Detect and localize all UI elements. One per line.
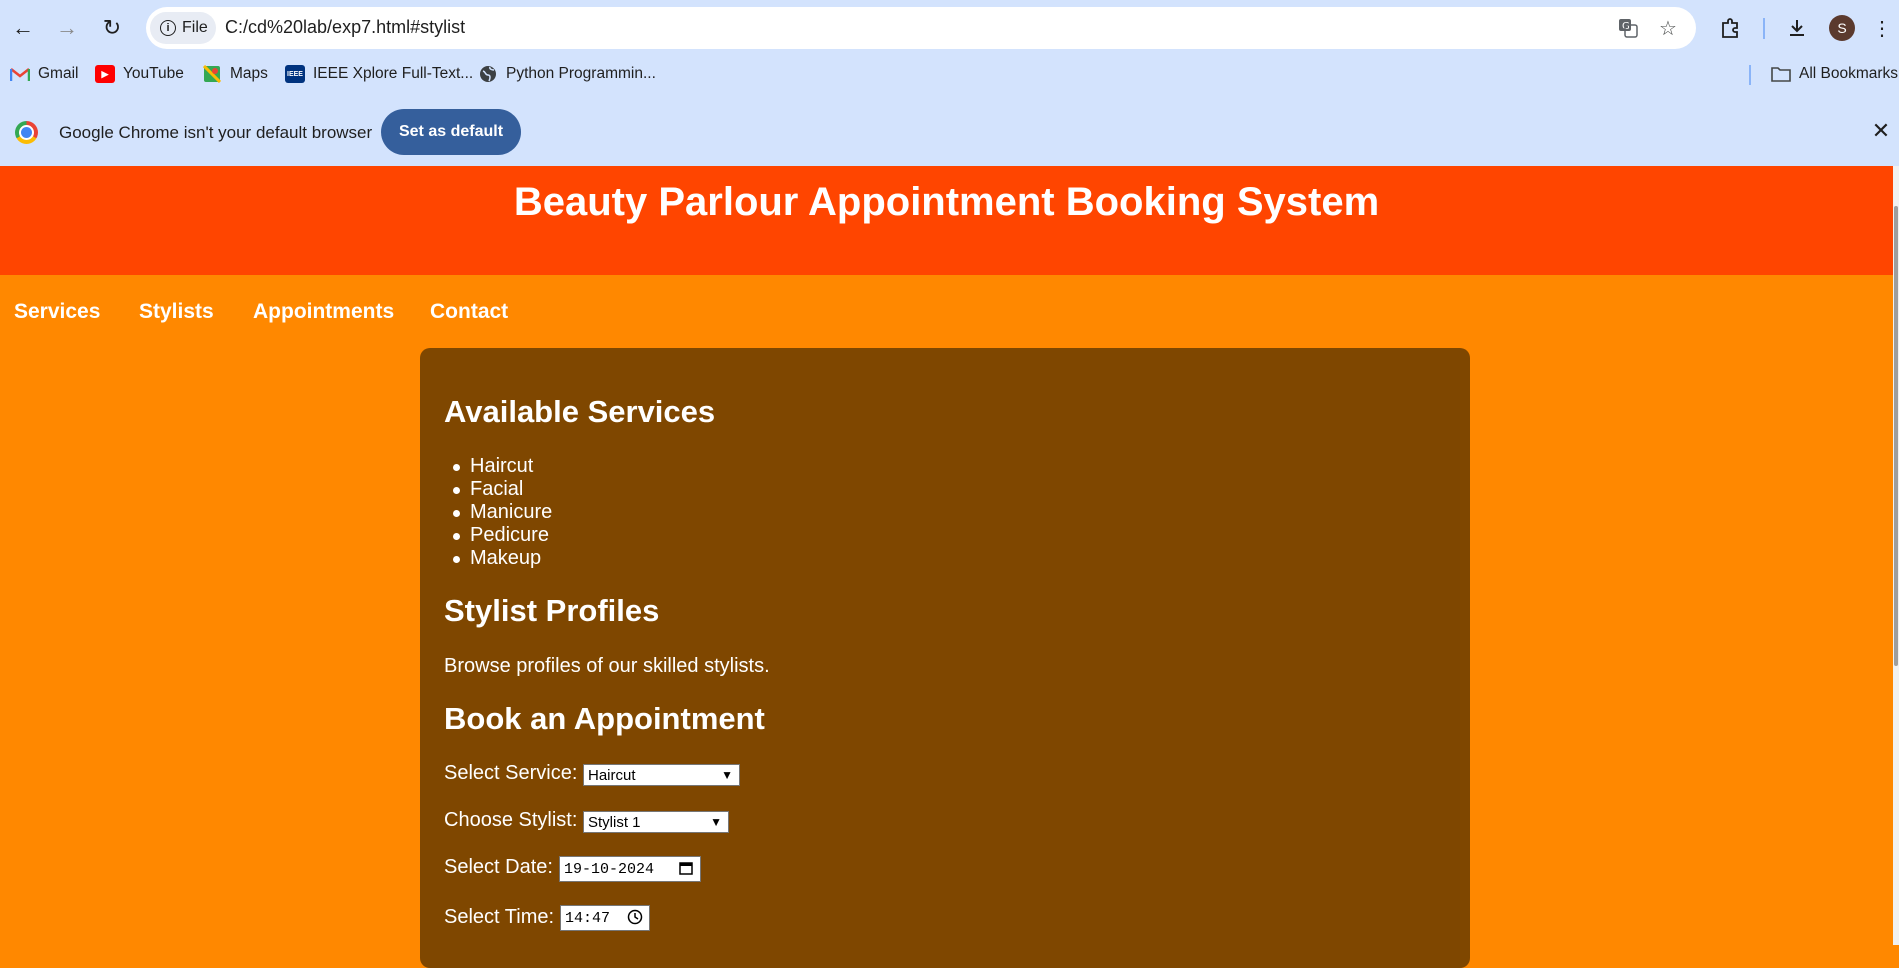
infobar-message: Google Chrome isn't your default browser	[59, 123, 373, 142]
main-content: Available Services Haircut Facial Manicu…	[420, 348, 1470, 968]
stylists-heading: Stylist Profiles	[444, 593, 660, 628]
bookmark-ieee[interactable]: IEEE IEEE Xplore Full-Text...	[285, 63, 473, 85]
browser-toolbar: ← → ↻ i File C:/cd%20lab/exp7.html#styli…	[0, 0, 1899, 57]
bookmark-maps[interactable]: Maps	[202, 63, 268, 85]
bookmark-youtube[interactable]: ▶ YouTube	[95, 63, 184, 85]
url-text[interactable]: C:/cd%20lab/exp7.html#stylist	[225, 17, 465, 38]
address-bar[interactable]: i File C:/cd%20lab/exp7.html#stylist G ☆	[146, 7, 1696, 49]
list-item: Manicure	[452, 501, 553, 523]
list-item: Haircut	[452, 455, 552, 478]
nav-link-contact[interactable]: Contact	[430, 300, 508, 324]
bookmarks-separator	[1749, 65, 1751, 85]
nav-link-stylists[interactable]: Stylists	[139, 300, 214, 324]
download-icon[interactable]	[1781, 12, 1813, 44]
time-input-value: 14:47	[565, 909, 611, 927]
date-label: Select Date:	[444, 856, 553, 878]
bookmark-gmail[interactable]: Gmail	[10, 63, 78, 85]
stylist-select-value: Stylist 1	[588, 813, 641, 831]
profile-avatar[interactable]: S	[1829, 15, 1855, 41]
list-item: Makeup	[452, 547, 552, 570]
date-input-value: 19-10-2024	[564, 860, 655, 878]
nav-link-appointments[interactable]: Appointments	[253, 300, 394, 324]
toolbar-separator	[1763, 18, 1765, 39]
stylist-select[interactable]: Stylist 1 ▼	[583, 811, 729, 833]
bookmark-label: YouTube	[123, 65, 184, 82]
clock-icon[interactable]	[627, 909, 643, 930]
set-as-default-button[interactable]: Set as default	[381, 109, 521, 155]
date-input[interactable]: 19-10-2024	[559, 856, 701, 882]
folder-icon	[1771, 65, 1791, 83]
time-input[interactable]: 14:47	[560, 905, 650, 931]
reload-icon[interactable]: ↻	[96, 12, 128, 44]
bookmarks-bar: Gmail ▶ YouTube Maps IEEE IEEE Xplore Fu…	[0, 57, 1899, 91]
close-icon[interactable]: ✕	[1870, 118, 1892, 143]
main-nav: Services Stylists Appointments Contact	[0, 275, 1893, 346]
chevron-down-icon: ▼	[710, 815, 722, 829]
all-bookmarks-label: All Bookmarks	[1799, 65, 1899, 82]
booking-heading: Book an Appointment	[444, 701, 765, 736]
ieee-icon: IEEE	[285, 65, 305, 83]
list-item: Facial	[452, 478, 552, 501]
service-select[interactable]: Haircut ▼	[583, 764, 740, 786]
nav-link-services[interactable]: Services	[14, 300, 100, 324]
bookmark-label: Gmail	[38, 65, 79, 82]
svg-text:G: G	[1622, 21, 1630, 32]
back-arrow-icon[interactable]: ←	[7, 12, 39, 44]
stylists-text: Browse profiles of our skilled stylists.	[444, 655, 770, 677]
site-chip-label: File	[182, 19, 208, 36]
forward-arrow-icon[interactable]: →	[51, 12, 83, 44]
chevron-down-icon: ▼	[721, 768, 733, 782]
site-info-chip[interactable]: i File	[150, 12, 216, 44]
calendar-icon[interactable]	[678, 860, 694, 881]
services-list: Haircut Facial Manicure Pedicure Makeup	[452, 455, 553, 570]
service-select-value: Haircut	[588, 766, 636, 784]
chrome-logo-icon	[15, 121, 38, 144]
bookmark-label: IEEE Xplore Full-Text...	[313, 65, 474, 82]
page-header: Beauty Parlour Appointment Booking Syste…	[0, 166, 1893, 275]
menu-kebab-icon[interactable]: ⋮	[1872, 12, 1892, 44]
bookmark-label: Python Programmin...	[506, 65, 656, 82]
extensions-icon[interactable]	[1714, 12, 1746, 44]
service-label: Select Service:	[444, 762, 578, 784]
globe-icon	[478, 65, 498, 83]
time-label: Select Time:	[444, 906, 555, 928]
translate-icon[interactable]: G	[1615, 15, 1641, 41]
bookmark-python[interactable]: Python Programmin...	[478, 63, 656, 85]
scrollbar-thumb[interactable]	[1894, 206, 1898, 666]
gmail-icon	[10, 65, 30, 83]
list-item: Pedicure	[452, 524, 552, 547]
youtube-icon: ▶	[95, 65, 115, 83]
services-heading: Available Services	[444, 394, 716, 429]
bookmark-label: Maps	[230, 65, 268, 82]
page-title: Beauty Parlour Appointment Booking Syste…	[513, 180, 1380, 224]
stylist-label: Choose Stylist:	[444, 809, 578, 831]
maps-icon	[202, 65, 222, 83]
info-icon: i	[160, 20, 176, 36]
all-bookmarks[interactable]: All Bookmarks	[1771, 63, 1898, 85]
bookmark-star-icon[interactable]: ☆	[1655, 15, 1681, 41]
